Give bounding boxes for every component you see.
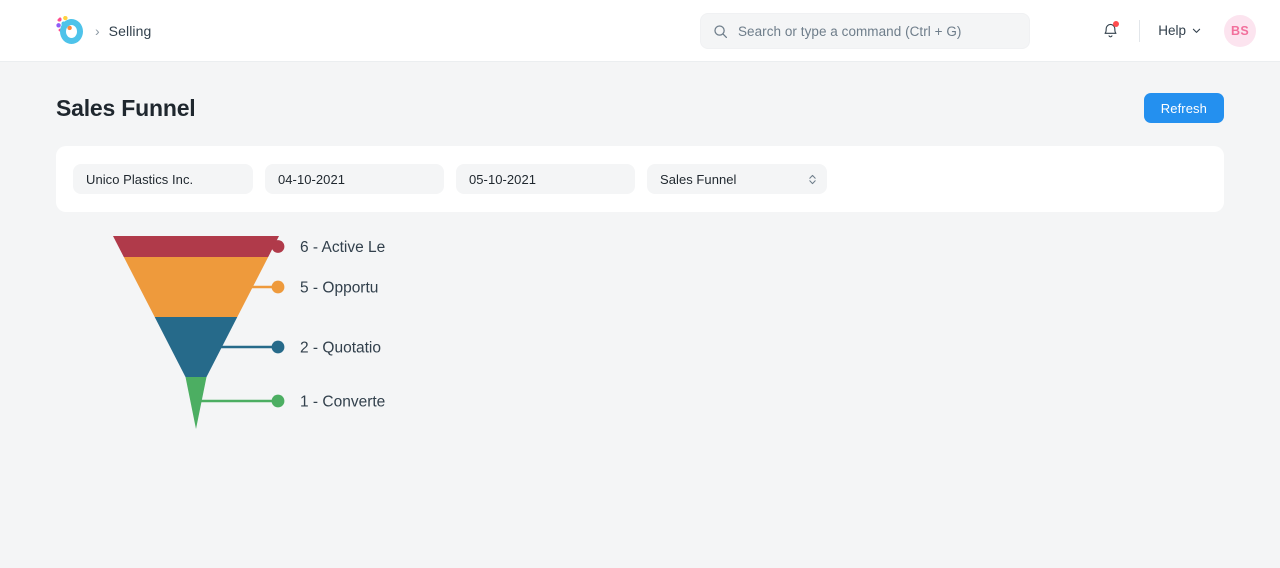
funnel-legend-item-0[interactable]: 6 - Active Le [271,239,385,256]
breadcrumb-item-selling[interactable]: Selling [109,23,152,39]
help-label: Help [1158,23,1186,38]
page-container: Sales Funnel Refresh Unico Plastics Inc.… [0,62,1280,558]
refresh-button[interactable]: Refresh [1144,93,1224,123]
funnel-label-3: 1 - Converte [300,394,385,411]
notifications-button[interactable] [1093,14,1127,48]
funnel-legend-item-2[interactable]: 2 - Quotatio [221,340,381,357]
from-date-filter-value: 04-10-2021 [278,172,345,187]
page-header: Sales Funnel Refresh [56,62,1224,146]
avatar[interactable]: BS [1224,15,1256,47]
breadcrumb-separator-icon: › [95,24,100,38]
sales-funnel-chart: 6 - Active Le 5 - Opportu 2 - Quotatio 1… [57,236,390,516]
navbar-divider [1139,20,1140,42]
chart-type-select[interactable]: Sales Funnel [647,164,827,194]
company-filter[interactable]: Unico Plastics Inc. [73,164,253,194]
page-title: Sales Funnel [56,95,195,122]
funnel-label-1: 5 - Opportu [300,280,378,297]
funnel-label-2: 2 - Quotatio [300,340,381,357]
funnel-label-0: 6 - Active Le [300,239,385,256]
to-date-filter-value: 05-10-2021 [469,172,536,187]
global-search[interactable] [700,13,1030,49]
navbar-actions: Help BS [1093,14,1256,48]
funnel-dot-1 [272,281,285,294]
company-filter-value: Unico Plastics Inc. [86,172,193,187]
funnel-legend-item-1[interactable]: 5 - Opportu [252,280,378,297]
search-input[interactable] [738,24,1017,39]
funnel-dot-2 [272,341,285,354]
funnel-chart-card: 6 - Active Le 5 - Opportu 2 - Quotatio 1… [56,212,1224,558]
chart-type-select-value: Sales Funnel [660,172,736,187]
funnel-legend-item-3[interactable]: 1 - Converte [201,394,385,411]
notification-badge-dot [1113,21,1119,27]
select-caret-icon [808,173,817,186]
funnel-band-1[interactable] [124,257,268,317]
from-date-filter[interactable]: 04-10-2021 [265,164,444,194]
funnel-band-3[interactable] [186,377,207,429]
funnel-band-0[interactable] [113,236,279,257]
top-navbar: › Selling Help [0,0,1280,62]
funnel-dot-0 [272,240,285,253]
chevron-down-icon [1191,25,1202,36]
to-date-filter[interactable]: 05-10-2021 [456,164,635,194]
help-menu-button[interactable]: Help [1154,18,1206,43]
frappe-o-logo-icon[interactable] [56,16,86,46]
breadcrumb: › Selling [56,16,151,46]
search-icon [713,24,728,39]
funnel-dot-3 [272,395,285,408]
filter-bar: Unico Plastics Inc. 04-10-2021 05-10-202… [56,146,1224,212]
